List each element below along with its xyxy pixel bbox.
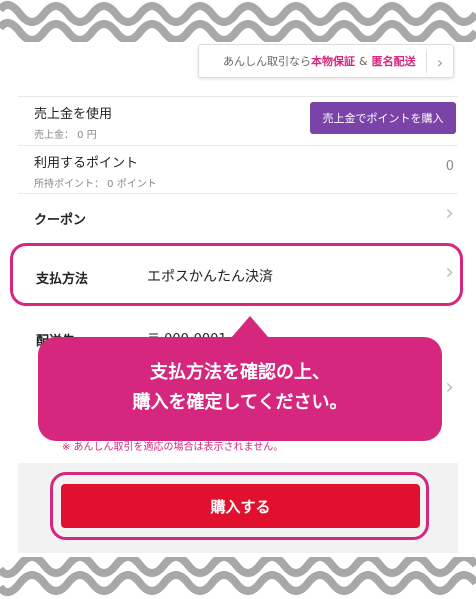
purchase-button[interactable]: 購入する [61, 484, 420, 528]
divider [18, 96, 458, 97]
points-input[interactable]: 0 [446, 159, 454, 174]
promo-item-authentic: 本物保証 [311, 55, 355, 68]
chevron-right-icon: › [445, 201, 454, 226]
points-title: 利用するポイント [34, 156, 139, 171]
bottom-wave-decoration [0, 557, 476, 599]
callout-line-2: 購入を確定してください。 [132, 392, 348, 413]
payment-method-value: エポスかんたん決済 [147, 269, 273, 285]
callout-line-1: 支払方法を確認の上、 [150, 362, 330, 383]
chevron-right-icon: › [426, 51, 453, 73]
sales-title: 売上金を使用 [34, 107, 113, 122]
coupon-row[interactable]: クーポン [34, 209, 86, 228]
buy-points-with-sales-button[interactable]: 売上金でポイントを購入 [310, 102, 456, 134]
callout-text: 支払方法を確認の上、 購入を確定してください。 [38, 358, 442, 418]
top-wave-decoration [0, 0, 476, 42]
chevron-right-icon: › [445, 260, 454, 285]
anshin-promo-link[interactable]: あんしん取引なら 本物保証 & 匿名配送 › [198, 44, 454, 78]
promo-separator: & [359, 54, 368, 68]
divider [18, 145, 458, 146]
points-owned: 所持ポイント： 0 ポイント [34, 179, 157, 190]
divider [18, 193, 458, 194]
payment-method-label: 支払方法 [36, 272, 89, 287]
callout-pointer [231, 316, 269, 338]
promo-prefix: あんしん取引なら [223, 55, 311, 68]
chevron-right-icon: › [445, 375, 454, 400]
sales-balance: 売上金： 0 円 [34, 130, 97, 141]
promo-item-anonymous: 匿名配送 [371, 55, 416, 68]
